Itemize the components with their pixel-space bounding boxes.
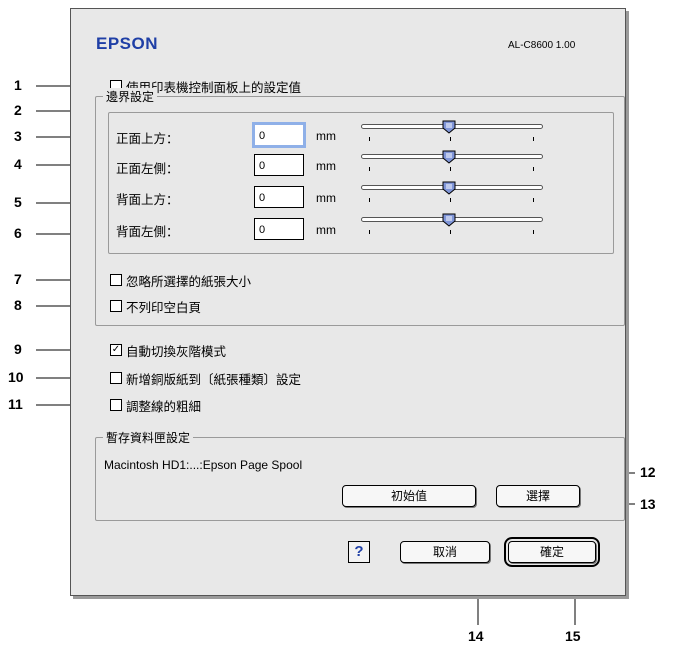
slider-thumb[interactable] xyxy=(442,150,456,164)
slider-thumb[interactable] xyxy=(442,181,456,195)
callout-10: 10 xyxy=(8,369,24,385)
unit-label: mm xyxy=(316,191,336,205)
front-top-slider[interactable] xyxy=(357,120,547,144)
spool-default-button[interactable]: 初始值 xyxy=(342,485,476,507)
help-button[interactable]: ? xyxy=(348,541,370,563)
callout-14: 14 xyxy=(468,628,484,644)
callout-15: 15 xyxy=(565,628,581,644)
callout-13: 13 xyxy=(640,496,656,512)
back-top-input[interactable]: 0 xyxy=(254,186,304,208)
back-left-label: 背面左側： xyxy=(116,224,179,239)
epson-logo: EPSON xyxy=(96,34,159,53)
back-top-slider[interactable] xyxy=(357,181,547,205)
callout-1: 1 xyxy=(14,77,22,93)
spool-folder-title: 暫存資料匣設定 xyxy=(103,429,194,446)
ok-button[interactable]: 確定 xyxy=(504,537,600,567)
adjust-line-width-checkbox[interactable] xyxy=(110,399,122,411)
adjust-line-width-label: 調整線的粗細 xyxy=(126,399,202,414)
front-left-input[interactable]: 0 xyxy=(254,154,304,176)
skip-blank-page-checkbox[interactable] xyxy=(110,300,122,312)
slider-thumb[interactable] xyxy=(442,120,456,134)
callout-5: 5 xyxy=(14,194,22,210)
callout-9: 9 xyxy=(14,341,22,357)
unit-label: mm xyxy=(316,223,336,237)
front-top-input[interactable]: 0 xyxy=(252,122,306,148)
unit-label: mm xyxy=(316,129,336,143)
front-top-label: 正面上方： xyxy=(116,131,179,146)
spool-select-button[interactable]: 選擇 xyxy=(496,485,580,507)
back-top-label: 背面上方： xyxy=(116,192,179,207)
callout-6: 6 xyxy=(14,225,22,241)
margin-settings-title: 邊界設定 xyxy=(103,88,158,105)
skip-blank-page-label: 不列印空白頁 xyxy=(126,300,202,315)
callout-4: 4 xyxy=(14,156,22,172)
callout-3: 3 xyxy=(14,128,22,144)
back-left-slider[interactable] xyxy=(357,213,547,237)
callout-12: 12 xyxy=(640,464,656,480)
add-coated-paper-checkbox[interactable] xyxy=(110,372,122,384)
callout-8: 8 xyxy=(14,297,22,313)
back-left-input[interactable]: 0 xyxy=(254,218,304,240)
ignore-paper-size-label: 忽略所選擇的紙張大小 xyxy=(126,274,252,289)
front-left-slider[interactable] xyxy=(357,150,547,174)
ignore-paper-size-checkbox[interactable] xyxy=(110,274,122,286)
callout-11: 11 xyxy=(8,396,23,412)
unit-label: mm xyxy=(316,159,336,173)
spool-folder-group xyxy=(95,437,625,521)
cancel-button[interactable]: 取消 xyxy=(400,541,490,563)
auto-grayscale-label: 自動切換灰階模式 xyxy=(126,344,227,359)
add-coated-paper-label: 新增銅版紙到〔紙張種類〕設定 xyxy=(126,372,302,387)
callout-7: 7 xyxy=(14,271,22,287)
model-version: AL-C8600 1.00 xyxy=(508,40,576,51)
front-left-label: 正面左側： xyxy=(116,161,179,176)
auto-grayscale-checkbox[interactable]: ✓ xyxy=(110,344,122,356)
spool-folder-path: Macintosh HD1:...:Epson Page Spool xyxy=(104,458,303,472)
slider-thumb[interactable] xyxy=(442,213,456,227)
callout-2: 2 xyxy=(14,102,22,118)
